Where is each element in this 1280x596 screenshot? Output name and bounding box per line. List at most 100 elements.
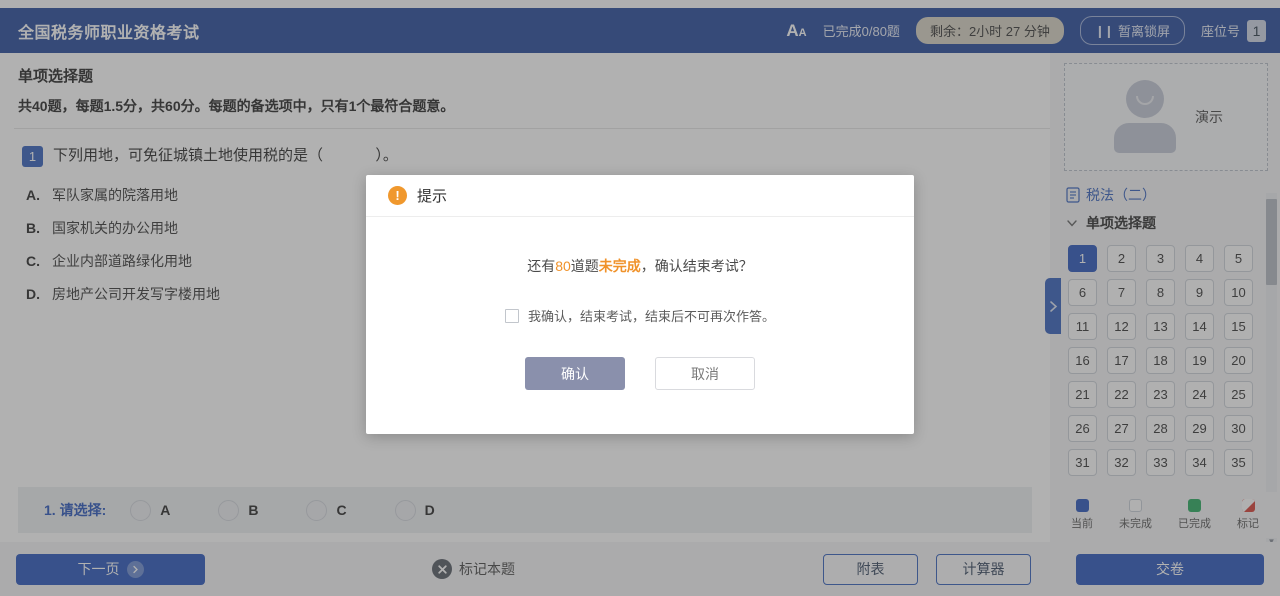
user-avatar-icon [1109,76,1181,158]
answer-choice-b[interactable]: B [218,499,258,521]
question-nav-33[interactable]: 33 [1146,449,1175,476]
status-legend: 当前 未完成 已完成 标记 [1050,492,1280,538]
legend-marked-label: 标记 [1237,518,1259,530]
dialog-message: 还有80道题未完成，确认结束考试？ [366,217,914,276]
submit-exam-button[interactable]: 交卷 [1076,553,1264,585]
question-text-prefix: 下列用地，可免征城镇土地使用税的是（ [53,147,324,164]
chevron-right-icon [1049,300,1057,312]
question-nav-31[interactable]: 31 [1068,449,1097,476]
legend-incomplete-swatch [1129,499,1142,512]
next-page-button[interactable]: 下一页 [16,553,205,585]
option-b-key: B. [26,220,40,236]
question-nav-14[interactable]: 14 [1185,313,1214,340]
question-nav-35[interactable]: 35 [1224,449,1253,476]
dialog-title: 提示 [417,188,448,205]
page-title: 全国税务师职业资格考试 [18,24,200,42]
answer-choice-c[interactable]: C [306,499,347,521]
timer-badge: 剩余：2小时 27 分钟 [915,17,1064,44]
question-nav-1[interactable]: 1 [1068,245,1097,272]
answer-choice-d[interactable]: D [394,499,435,521]
question-nav-10[interactable]: 10 [1224,279,1253,306]
chevron-right-circle-icon [126,560,144,578]
dialog-confirm-button[interactable]: 确认 [525,357,625,390]
confirm-checkbox-row[interactable]: 我确认，结束考试，结束后不可再次作答。 [366,276,914,325]
pause-icon: ❙❙ [1094,23,1114,38]
dialog-cancel-button[interactable]: 取消 [655,357,755,390]
question-nav-5[interactable]: 5 [1224,245,1253,272]
radio-b[interactable] [218,499,240,521]
dialog-cancel-label: 取消 [691,365,719,382]
header-controls: AA 已完成0/80题 剩余：2小时 27 分钟 ❙❙ 暂离锁屏 座位号 1 [786,16,1266,45]
dialog-message-part2: 道题 [570,258,599,274]
exam-page: 全国税务师职业资格考试 AA 已完成0/80题 剩余：2小时 27 分钟 ❙❙ … [0,0,1280,596]
question-nav-13[interactable]: 13 [1146,313,1175,340]
attachment-button[interactable]: 附表 [823,553,918,585]
submit-exam-label: 交卷 [1156,561,1184,577]
question-nav-4[interactable]: 4 [1185,245,1214,272]
question-nav-34[interactable]: 34 [1185,449,1214,476]
next-page-label: 下一页 [77,561,120,577]
question-nav-25[interactable]: 25 [1224,381,1253,408]
sidebar-scrollbar-thumb[interactable] [1266,199,1277,285]
question-nav-6[interactable]: 6 [1068,279,1097,306]
bottom-toolbar: 下一页 标记本题 附表 计算器 交卷 [0,542,1280,596]
legend-marked: 标记 [1237,499,1259,531]
calculator-button[interactable]: 计算器 [936,553,1031,585]
font-size-icon[interactable]: AA [786,22,806,39]
question-nav-29[interactable]: 29 [1185,415,1214,442]
question-nav-11[interactable]: 11 [1068,313,1097,340]
subject-row[interactable]: 税法（二） [1050,171,1280,205]
dialog-actions: 确认 取消 [366,325,914,390]
question-nav-17[interactable]: 17 [1107,347,1136,374]
question-stem: 1 下列用地，可免征城镇土地使用税的是（ ）。 [0,129,1050,167]
option-d-text: 房地产公司开发写字楼用地 [52,286,220,302]
question-nav-27[interactable]: 27 [1107,415,1136,442]
question-nav-24[interactable]: 24 [1185,381,1214,408]
question-nav-21[interactable]: 21 [1068,381,1097,408]
question-nav-16[interactable]: 16 [1068,347,1097,374]
confirm-checkbox[interactable] [504,308,519,323]
question-nav-22[interactable]: 22 [1107,381,1136,408]
subject-name: 税法（二） [1086,187,1156,203]
dialog-confirm-label: 确认 [561,365,589,382]
mark-question-button[interactable]: 标记本题 [432,559,515,579]
question-nav-26[interactable]: 26 [1068,415,1097,442]
document-icon [1066,187,1080,203]
legend-current: 当前 [1071,499,1093,531]
pause-lock-label: 暂离锁屏 [1117,24,1170,39]
question-nav-30[interactable]: 30 [1224,415,1253,442]
question-nav-28[interactable]: 28 [1146,415,1175,442]
mark-question-label: 标记本题 [459,561,515,577]
chevron-down-icon [1067,220,1077,227]
question-text-suffix: ）。 [375,147,398,164]
question-group-row[interactable]: 单项选择题 [1050,205,1280,233]
question-nav-12[interactable]: 12 [1107,313,1136,340]
radio-c[interactable] [306,499,328,521]
radio-a[interactable] [130,499,152,521]
question-text: 下列用地，可免征城镇土地使用税的是（ ）。 [53,145,398,167]
question-nav-3[interactable]: 3 [1146,245,1175,272]
pause-lock-button[interactable]: ❙❙ 暂离锁屏 [1079,16,1185,45]
question-nav-18[interactable]: 18 [1146,347,1175,374]
question-nav-15[interactable]: 15 [1224,313,1253,340]
navigation-sidebar: 演示 税法（二） 单项选择题 1 2 3 4 5 6 7 8 9 10 11 12 13 14 15 16 17… [1050,53,1280,542]
sidebar-collapse-handle[interactable] [1045,278,1061,334]
warning-icon: ! [388,186,407,205]
question-nav-2[interactable]: 2 [1107,245,1136,272]
answer-choice-a[interactable]: A [130,499,170,521]
radio-d[interactable] [394,499,416,521]
dialog-message-part3: ，确认结束考试？ [640,258,753,274]
legend-incomplete: 未完成 [1119,499,1152,531]
legend-complete: 已完成 [1178,499,1211,531]
candidate-name: 演示 [1195,109,1223,125]
question-nav-8[interactable]: 8 [1146,279,1175,306]
question-nav-20[interactable]: 20 [1224,347,1253,374]
answer-selection-bar: 1. 请选择: A B C D [18,487,1032,533]
question-nav-7[interactable]: 7 [1107,279,1136,306]
question-nav-19[interactable]: 19 [1185,347,1214,374]
question-nav-23[interactable]: 23 [1146,381,1175,408]
question-nav-32[interactable]: 32 [1107,449,1136,476]
option-c-key: C. [26,253,40,269]
question-nav-9[interactable]: 9 [1185,279,1214,306]
seat-info: 座位号 1 [1201,19,1266,42]
